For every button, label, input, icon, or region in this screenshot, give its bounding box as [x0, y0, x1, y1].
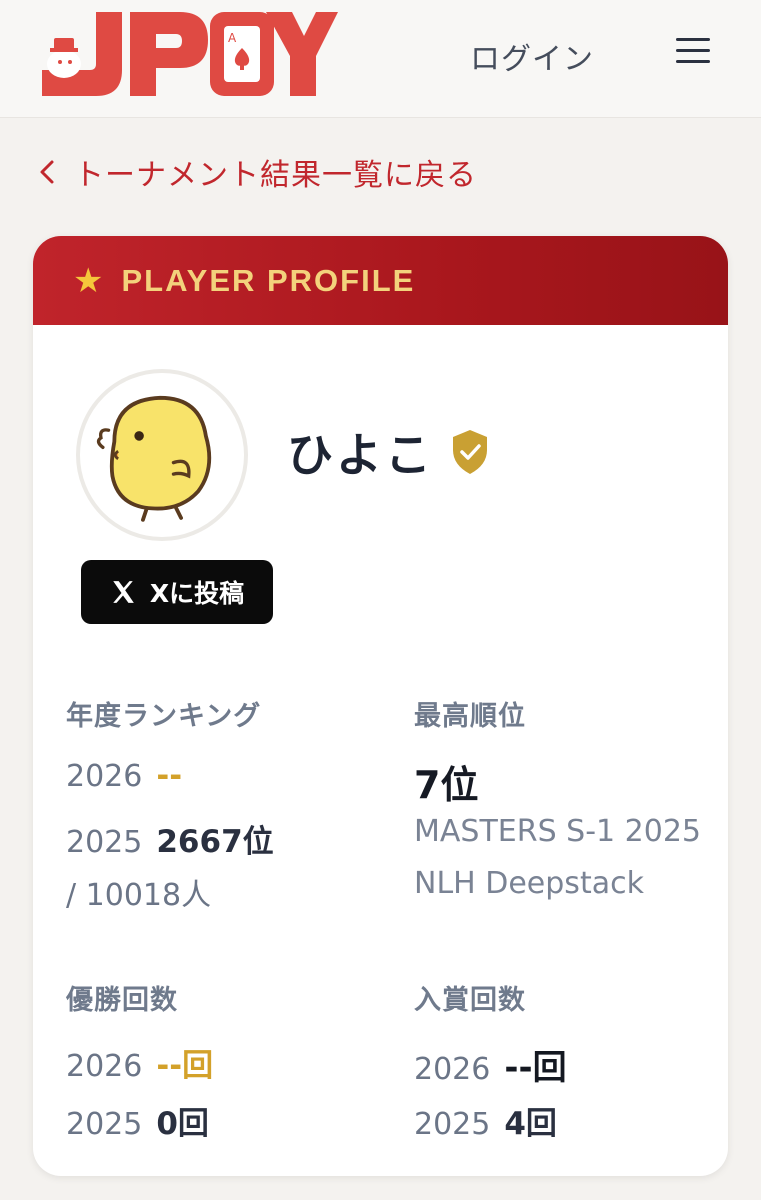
ranking-total-players: / 10018人	[66, 878, 212, 913]
post-to-x-label: Xに投稿	[149, 579, 245, 608]
best-rank-event-line1: MASTERS S-1 2025	[414, 814, 701, 849]
card-header: ★ PLAYER PROFILE	[33, 236, 728, 325]
year-label: 2026	[414, 1052, 491, 1087]
player-name: ひよこ	[287, 428, 434, 482]
login-link[interactable]: ログイン	[470, 34, 594, 78]
annual-ranking-label: 年度ランキング	[66, 701, 262, 732]
star-icon: ★	[73, 260, 104, 301]
wins-value: --回	[156, 1048, 214, 1084]
player-profile-card: ★ PLAYER PROFILE ひよこ Xに投稿 年度ランキング 2026 -…	[33, 236, 728, 1176]
year-label: 2025	[414, 1107, 491, 1142]
year-label: 2025	[66, 1107, 143, 1142]
back-label: トーナメント結果一覧に戻る	[74, 158, 477, 193]
back-to-results-link[interactable]: トーナメント結果一覧に戻る	[38, 150, 477, 194]
verified-shield-icon	[453, 430, 487, 474]
ranking-value: 2667位	[156, 824, 274, 860]
wins-2025: 2025 0回	[66, 1098, 209, 1143]
svg-text:A: A	[228, 31, 237, 45]
chevron-left-icon	[40, 160, 54, 184]
jpoy-logo[interactable]: A	[38, 6, 338, 102]
placements-2025: 2025 4回	[414, 1098, 557, 1143]
chick-avatar-image	[96, 395, 212, 522]
placements-value: --回	[504, 1048, 567, 1088]
site-header: A ログイン	[0, 0, 761, 118]
year-label: 2026	[66, 1049, 143, 1084]
wins-label: 優勝回数	[66, 985, 178, 1016]
placements-label: 入賞回数	[414, 985, 526, 1016]
best-rank-label: 最高順位	[414, 701, 526, 732]
best-rank-value: 7位	[414, 763, 479, 807]
card-title: PLAYER PROFILE	[121, 262, 416, 298]
annual-ranking-2026: 2026 --	[66, 758, 182, 794]
ranking-value: --	[156, 758, 183, 794]
annual-ranking-2025: 2025 2667位	[66, 816, 274, 861]
placements-value: 4回	[504, 1106, 557, 1142]
post-to-x-button[interactable]: Xに投稿	[81, 560, 273, 624]
avatar	[76, 369, 248, 541]
hamburger-icon[interactable]	[676, 38, 710, 68]
year-label: 2025	[66, 825, 143, 860]
wins-2026: 2026 --回	[66, 1040, 213, 1085]
best-rank-event-line2: NLH Deepstack	[414, 866, 644, 901]
x-logo-icon	[113, 581, 134, 603]
placements-2026: 2026 --回	[414, 1040, 567, 1089]
wins-value: 0回	[156, 1106, 209, 1142]
year-label: 2026	[66, 759, 143, 794]
